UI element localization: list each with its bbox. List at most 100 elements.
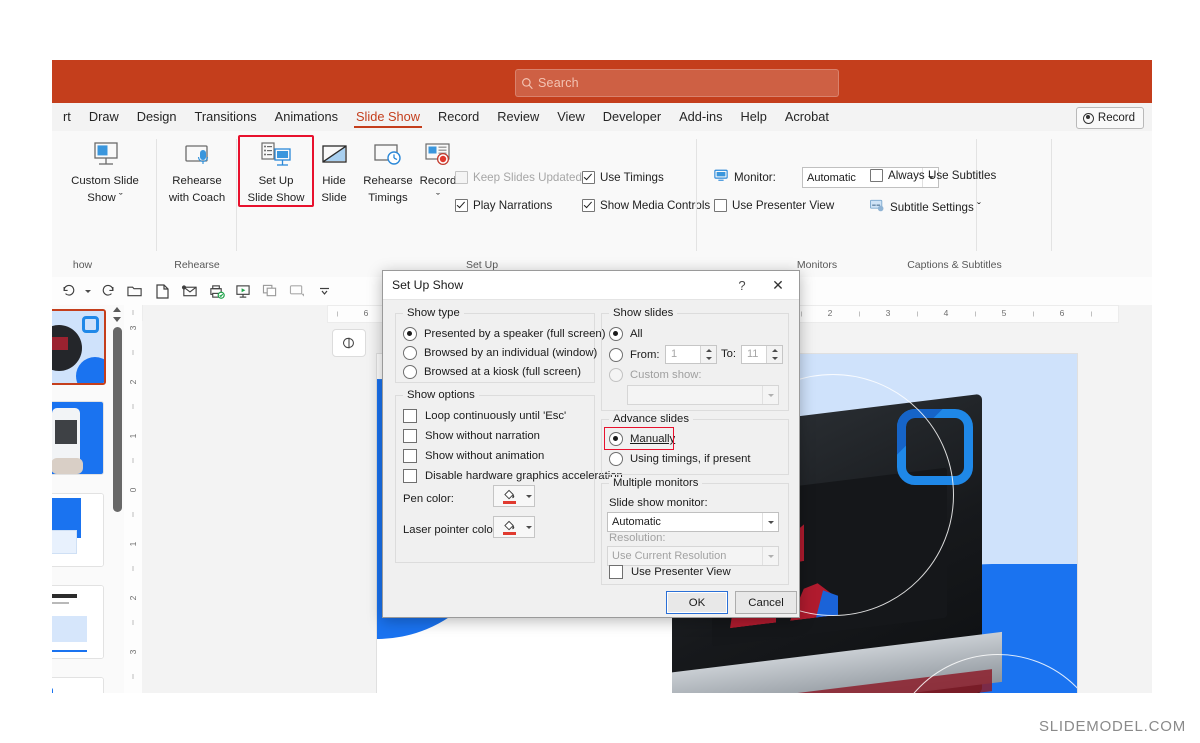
undo-dropdown-icon[interactable] [83, 280, 93, 302]
play-narrations-checkbox[interactable]: Play Narrations [455, 199, 552, 212]
radio-using-timings[interactable]: Using timings, if present [609, 452, 751, 466]
checkbox-show-without-narration[interactable]: Show without narration [403, 429, 540, 443]
scroll-up-icon[interactable] [113, 307, 121, 312]
set-up-slide-show-button[interactable]: Set Up Slide Show [239, 137, 313, 205]
use-timings-checkbox[interactable]: Use Timings [582, 171, 664, 184]
multiple-monitors-legend: Multiple monitors [609, 477, 703, 489]
radio-circle [609, 452, 623, 466]
undo-icon[interactable] [56, 280, 80, 302]
vruler-label: 2 [128, 595, 138, 601]
spinner-buttons[interactable] [766, 346, 782, 363]
scrollbar-thumb[interactable] [112, 327, 122, 512]
tab-review[interactable]: Review [488, 103, 548, 131]
vruler-label: 1 [128, 541, 138, 547]
radio-circle [609, 432, 623, 446]
tab-acrobat[interactable]: Acrobat [776, 103, 838, 131]
subtitle-settings-button[interactable]: Subtitle Settings ˇ [870, 199, 981, 215]
rehearse-timings-button[interactable]: Rehearse Timings [360, 137, 416, 205]
checkbox-use-presenter-view[interactable]: Use Presenter View [609, 565, 731, 579]
hide-slide-button[interactable]: Hide Slide [309, 137, 359, 205]
thumbnail-scrollbar[interactable] [110, 305, 125, 693]
ok-button[interactable]: OK [666, 591, 728, 614]
slide-show-monitor-dropdown[interactable]: Automatic [607, 512, 779, 532]
checkbox-show-without-animation[interactable]: Show without animation [403, 449, 544, 463]
radio-browsed-by-individual[interactable]: Browsed by an individual (window) [403, 346, 597, 360]
tab-view[interactable]: View [548, 103, 594, 131]
hruler-label: 3 [885, 308, 891, 318]
checkbox-box [403, 429, 417, 443]
use-presenter-view-checkbox-ribbon[interactable]: Use Presenter View [714, 199, 834, 212]
show-slides-legend: Show slides [609, 307, 678, 319]
scroll-down-icon[interactable] [113, 317, 121, 322]
show-options-legend: Show options [403, 389, 479, 401]
radio-circle [609, 348, 623, 362]
start-presentation-icon[interactable] [231, 280, 255, 302]
tab-animations[interactable]: Animations [266, 103, 347, 131]
help-icon[interactable]: ? [731, 275, 753, 295]
slide-thumbnail-3[interactable] [52, 493, 104, 567]
checkbox-loop-continuously[interactable]: Loop continuously until 'Esc' [403, 409, 566, 423]
open-folder-icon[interactable] [123, 280, 147, 302]
redo-icon[interactable] [96, 280, 120, 302]
ribbon-group-start-slide-show: Custom Slide Show ˇ how [52, 131, 157, 277]
paint-bucket-icon [502, 489, 516, 504]
tab-draw[interactable]: Draw [80, 103, 128, 131]
custom-slide-show-button[interactable]: Custom Slide Show ˇ [68, 137, 142, 205]
slide-thumbnail-2[interactable] [52, 401, 104, 475]
tab-transitions[interactable]: Transitions [186, 103, 266, 131]
slide-thumbnail-1[interactable] [52, 309, 106, 385]
from-label: From: [630, 349, 660, 361]
new-file-icon[interactable] [150, 280, 174, 302]
present-online-icon[interactable] [285, 280, 309, 302]
slide-thumbnail-pane[interactable] [52, 305, 110, 693]
search-input[interactable]: Search [515, 69, 839, 97]
tab-developer[interactable]: Developer [594, 103, 670, 131]
email-icon[interactable] [177, 280, 201, 302]
tab-home-partial[interactable]: rt [54, 103, 80, 131]
checkbox-disable-hardware-acceleration[interactable]: Disable hardware graphics acceleration [403, 469, 623, 483]
tab-record[interactable]: Record [429, 103, 488, 131]
radio-browsed-at-kiosk[interactable]: Browsed at a kiosk (full screen) [403, 365, 581, 379]
radio-label: Browsed at a kiosk (full screen) [424, 366, 581, 378]
rehearse-with-coach-button[interactable]: Rehearse with Coach [160, 137, 234, 205]
print-preview-icon[interactable] [204, 280, 228, 302]
spinner-buttons[interactable] [700, 346, 716, 363]
always-use-subtitles-checkbox[interactable]: Always Use Subtitles [870, 169, 996, 182]
to-spinner[interactable]: 11 [741, 345, 783, 364]
paint-bucket-icon [502, 520, 516, 535]
customize-qat-icon[interactable] [312, 280, 336, 302]
slide-thumbnail-5[interactable] [52, 677, 104, 693]
tab-design[interactable]: Design [128, 103, 186, 131]
set-up-slide-show-label-2: Slide Show [247, 192, 305, 204]
set-up-show-dialog[interactable]: Set Up Show ? ✕ Show type Presented by a… [382, 270, 800, 618]
record-button[interactable]: Record [1075, 107, 1144, 129]
laser-color-swatch [502, 531, 516, 535]
slide-thumbnail-4[interactable] [52, 585, 104, 659]
hruler-label: 4 [943, 308, 949, 318]
chevron-down-icon [762, 513, 778, 531]
tab-help[interactable]: Help [732, 103, 776, 131]
laser-pointer-color-dropdown[interactable] [523, 516, 535, 538]
pen-color-dropdown[interactable] [523, 485, 535, 507]
title-bar: Search [52, 60, 1152, 103]
vruler-label: 2 [128, 379, 138, 385]
ribbon-tab-strip: rt Draw Design Transitions Animations Sl… [52, 103, 1152, 131]
checkbox-label: Show without narration [425, 430, 540, 442]
search-placeholder: Search [538, 76, 579, 90]
checkbox-box [582, 171, 595, 184]
tab-add-ins[interactable]: Add-ins [670, 103, 731, 131]
cancel-button[interactable]: Cancel [735, 591, 797, 614]
radio-presented-by-speaker[interactable]: Presented by a speaker (full screen) [403, 327, 605, 341]
monitor-selector[interactable]: Monitor: [714, 169, 776, 185]
pen-color-button[interactable] [493, 485, 525, 507]
radio-manually[interactable]: Manually [609, 432, 675, 446]
laser-pointer-color-button[interactable] [493, 516, 525, 538]
tab-slide-show[interactable]: Slide Show [347, 103, 429, 131]
designer-button[interactable] [332, 329, 366, 357]
from-spinner[interactable]: 1 [665, 345, 717, 364]
radio-all-slides[interactable]: All [609, 327, 643, 341]
duplicate-icon[interactable] [258, 280, 282, 302]
chevron-down-icon [762, 547, 778, 565]
radio-from-to[interactable]: From: [609, 348, 660, 362]
close-icon[interactable]: ✕ [765, 275, 791, 295]
